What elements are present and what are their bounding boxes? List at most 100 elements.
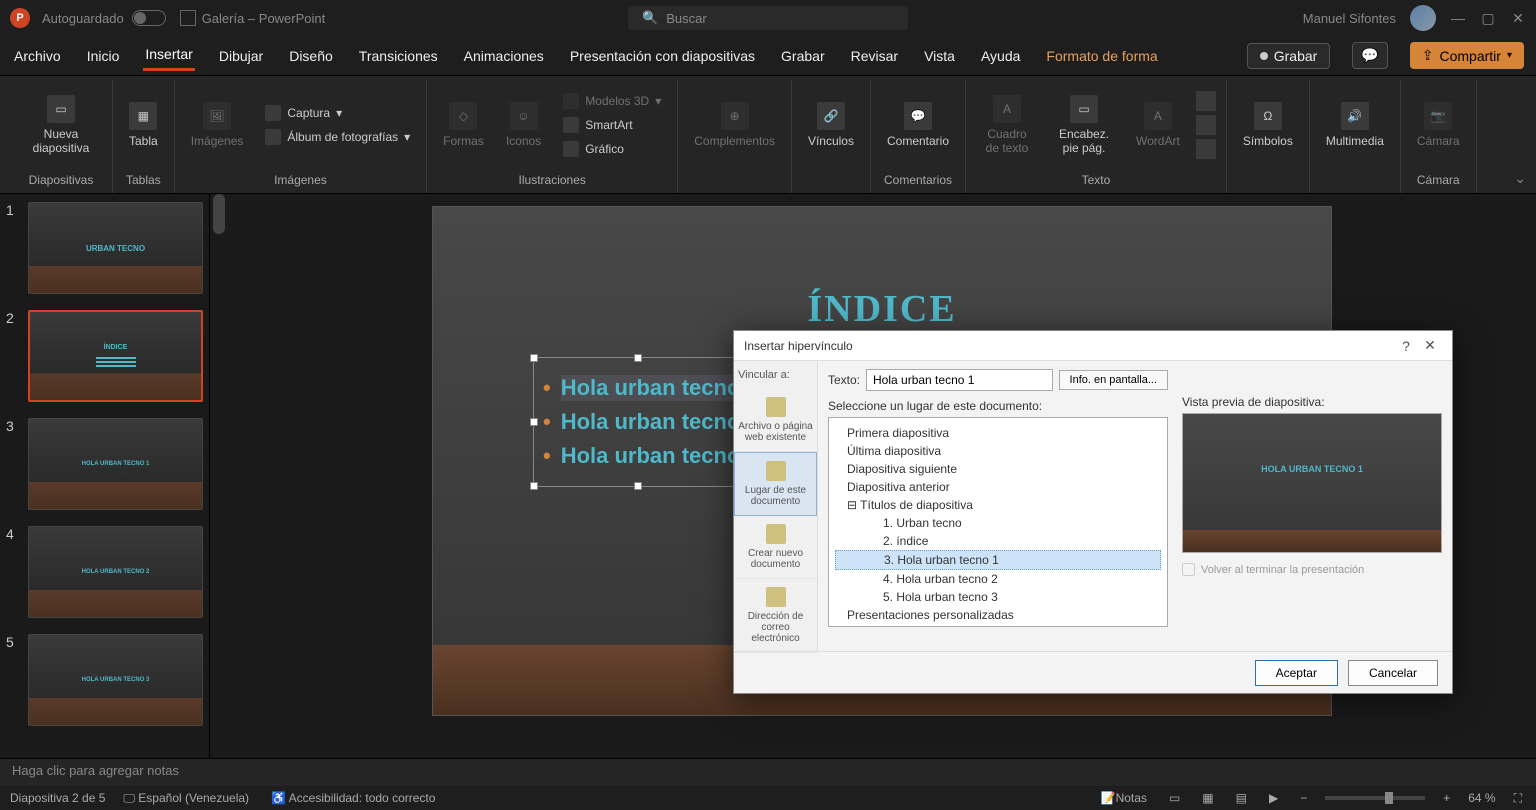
tab-animaciones[interactable]: Animaciones <box>462 42 546 70</box>
photo-album-button[interactable]: Álbum de fotografías ▾ <box>265 127 410 147</box>
side-email-address[interactable]: Dirección de correo electrónico <box>734 579 817 653</box>
zoom-in-button[interactable]: + <box>1439 791 1454 805</box>
tree-title-3[interactable]: 3. Hola urban tecno 1 <box>835 550 1161 570</box>
ribbon: ▭Nueva diapositiva Diapositivas ▦Tabla T… <box>0 76 1536 194</box>
place-tree[interactable]: Primera diapositiva Última diapositiva D… <box>828 417 1168 627</box>
minimize-button[interactable]: — <box>1450 10 1466 26</box>
close-button[interactable]: ✕ <box>1510 10 1526 27</box>
tab-formato-forma[interactable]: Formato de forma <box>1044 42 1159 70</box>
language-button[interactable]: 🖵 Español (Venezuela) <box>119 791 253 806</box>
accept-button[interactable]: Aceptar <box>1255 660 1338 686</box>
addins-button[interactable]: ⊕Complementos <box>688 98 781 152</box>
textbox-icon: A <box>993 95 1021 123</box>
comment-button[interactable]: 💬Comentario <box>881 98 955 152</box>
collapse-ribbon-button[interactable]: ⌄ <box>1514 170 1526 187</box>
tab-grabar[interactable]: Grabar <box>779 42 827 70</box>
slide-thumbnail-2[interactable]: ÍNDICE <box>28 310 203 402</box>
tab-diseno[interactable]: Diseño <box>287 42 335 70</box>
sorter-view-button[interactable]: ▦ <box>1198 791 1217 805</box>
tree-previous-slide[interactable]: Diapositiva anterior <box>835 478 1161 496</box>
comments-pane-button[interactable]: 💬 <box>1352 42 1387 69</box>
fit-to-window-button[interactable]: ⛶ <box>1510 791 1526 806</box>
tree-title-2[interactable]: 2. índice <box>835 532 1161 550</box>
record-button[interactable]: Grabar <box>1247 43 1331 69</box>
shapes-button[interactable]: ◇Formas <box>437 98 490 152</box>
notes-pane[interactable]: Haga clic para agregar notas <box>0 758 1536 786</box>
icons-button[interactable]: ☺Iconos <box>500 98 547 152</box>
share-icon: ⇪ <box>1422 47 1434 64</box>
links-button[interactable]: 🔗Vínculos <box>802 98 860 152</box>
side-place-in-doc[interactable]: Lugar de este documento <box>734 452 817 516</box>
wordart-button[interactable]: AWordArt <box>1130 98 1186 152</box>
tab-presentacion[interactable]: Presentación con diapositivas <box>568 42 757 70</box>
tab-archivo[interactable]: Archivo <box>12 42 63 70</box>
textbox-button[interactable]: ACuadro de texto <box>976 91 1038 159</box>
thumbnail-scrollbar[interactable] <box>210 194 228 758</box>
accessibility-button[interactable]: ♿ Accesibilidad: todo correcto <box>267 791 439 805</box>
list-item-2[interactable]: Hola urban tecno 2 <box>543 409 759 435</box>
screenshot-button[interactable]: Captura ▾ <box>265 103 342 123</box>
dialog-help-button[interactable]: ? <box>1394 338 1418 354</box>
tab-vista[interactable]: Vista <box>922 42 957 70</box>
tab-transiciones[interactable]: Transiciones <box>357 42 440 70</box>
tree-custom-shows[interactable]: Presentaciones personalizadas <box>835 606 1161 624</box>
screentip-button[interactable]: Info. en pantalla... <box>1059 370 1168 390</box>
tree-last-slide[interactable]: Última diapositiva <box>835 442 1161 460</box>
tab-ayuda[interactable]: Ayuda <box>979 42 1022 70</box>
symbols-button[interactable]: ΩSímbolos <box>1237 98 1299 152</box>
tree-slide-titles[interactable]: ⊟ Títulos de diapositiva <box>835 496 1161 514</box>
table-button[interactable]: ▦Tabla <box>123 98 164 152</box>
addins-icon: ⊕ <box>721 102 749 130</box>
autosave-toggle[interactable]: Autoguardado <box>42 10 166 26</box>
cancel-button[interactable]: Cancelar <box>1348 660 1438 686</box>
side-new-document[interactable]: Crear nuevo documento <box>734 516 817 579</box>
tree-next-slide[interactable]: Diapositiva siguiente <box>835 460 1161 478</box>
models-3d-button[interactable]: Modelos 3D ▾ <box>563 91 661 111</box>
dialog-title: Insertar hipervínculo <box>744 339 853 353</box>
side-existing-file[interactable]: Archivo o página web existente <box>734 389 817 452</box>
tab-revisar[interactable]: Revisar <box>849 42 900 70</box>
tab-dibujar[interactable]: Dibujar <box>217 42 265 70</box>
object-button[interactable] <box>1196 139 1216 159</box>
tree-title-5[interactable]: 5. Hola urban tecno 3 <box>835 588 1161 606</box>
slide-number-button[interactable] <box>1196 115 1216 135</box>
media-button[interactable]: 🔊Multimedia <box>1320 98 1390 152</box>
tree-title-4[interactable]: 4. Hola urban tecno 2 <box>835 570 1161 588</box>
slide-bullet-list[interactable]: Hola urban tecno 1 Hola urban tecno 2 Ho… <box>543 367 759 477</box>
list-item-1[interactable]: Hola urban tecno 1 <box>543 375 759 401</box>
date-time-button[interactable] <box>1196 91 1216 111</box>
slide-title-text[interactable]: ÍNDICE <box>807 287 956 331</box>
text-to-display-input[interactable] <box>866 369 1053 391</box>
tab-insertar[interactable]: Insertar <box>143 40 194 71</box>
tree-title-1[interactable]: 1. Urban tecno <box>835 514 1161 532</box>
zoom-slider[interactable] <box>1325 796 1425 800</box>
images-button[interactable]: 🖼Imágenes <box>185 98 250 152</box>
dialog-close-button[interactable]: ✕ <box>1418 337 1442 354</box>
zoom-out-button[interactable]: − <box>1296 791 1311 805</box>
save-icon[interactable] <box>180 10 196 26</box>
slide-thumbnail-1[interactable]: URBAN TECNO <box>28 202 203 294</box>
slide-thumbnail-3[interactable]: HOLA URBAN TECNO 1 <box>28 418 203 510</box>
new-slide-button[interactable]: ▭Nueva diapositiva <box>20 91 102 159</box>
user-avatar[interactable] <box>1410 5 1436 31</box>
normal-view-button[interactable]: ▭ <box>1165 791 1184 805</box>
share-button[interactable]: ⇪Compartir▾ <box>1410 42 1524 69</box>
toggle-switch[interactable] <box>132 10 166 26</box>
images-icon: 🖼 <box>203 102 231 130</box>
tree-first-slide[interactable]: Primera diapositiva <box>835 424 1161 442</box>
chart-button[interactable]: Gráfico <box>563 139 624 159</box>
cameo-button[interactable]: 📷Cámara <box>1411 98 1466 152</box>
notes-placeholder: Haga clic para agregar notas <box>12 763 179 778</box>
notes-toggle[interactable]: 📝Notas <box>1097 791 1151 805</box>
tab-inicio[interactable]: Inicio <box>85 42 122 70</box>
reading-view-button[interactable]: ▤ <box>1232 791 1251 805</box>
maximize-button[interactable]: ▢ <box>1480 10 1496 27</box>
smartart-button[interactable]: SmartArt <box>563 115 632 135</box>
slideshow-view-button[interactable]: ▶ <box>1265 791 1282 805</box>
slide-thumbnail-4[interactable]: HOLA URBAN TECNO 2 <box>28 526 203 618</box>
search-box[interactable]: 🔍 Buscar <box>628 6 908 30</box>
header-footer-button[interactable]: ▭Encabez. pie pág. <box>1048 91 1120 159</box>
list-item-3[interactable]: Hola urban tecno 3 <box>543 443 759 469</box>
slide-thumbnail-5[interactable]: HOLA URBAN TECNO 3 <box>28 634 203 726</box>
show-and-return-checkbox[interactable]: Volver al terminar la presentación <box>1182 563 1442 576</box>
